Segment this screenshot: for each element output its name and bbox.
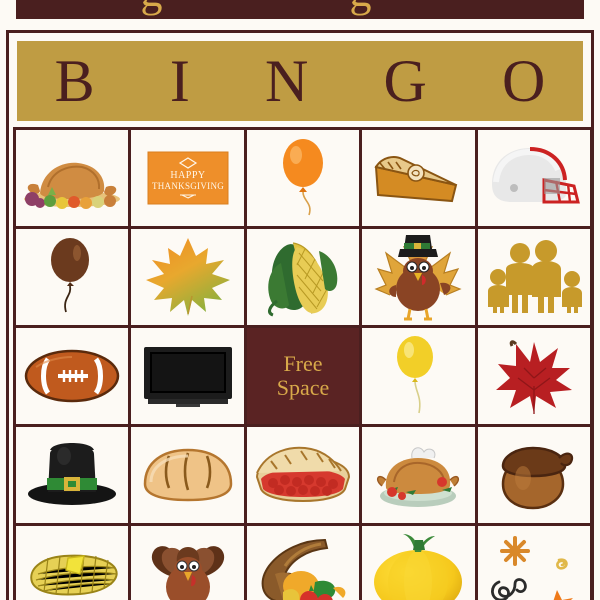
bingo-cell[interactable] — [16, 328, 129, 424]
orange-maple-leaf-icon — [142, 234, 234, 320]
turkey-icon — [138, 531, 238, 600]
pumpkin-icon — [369, 532, 467, 600]
bingo-cell[interactable] — [246, 526, 360, 600]
cherry-pie-icon — [251, 439, 355, 511]
family-silhouette-icon — [484, 239, 584, 315]
banner-partial-text: g g — [16, 0, 584, 17]
bingo-cell[interactable] — [362, 427, 475, 523]
pumpkin-pie-slice-icon — [368, 145, 468, 211]
football-icon — [20, 347, 124, 405]
bingo-cell[interactable] — [362, 229, 475, 325]
svg-text:THANKSGIVING: THANKSGIVING — [152, 181, 224, 191]
bingo-cell[interactable]: HAPPY THANKSGIVING — [131, 130, 244, 226]
bingo-card-page: g g B I N G O — [0, 0, 600, 600]
bingo-cell[interactable] — [246, 130, 360, 226]
bingo-cell[interactable] — [477, 328, 590, 424]
bingo-cell[interactable] — [131, 229, 244, 325]
bingo-letter-i: I — [169, 48, 190, 114]
bingo-cell[interactable] — [16, 526, 129, 600]
yellow-balloon-icon — [388, 333, 448, 419]
confetti-icon — [485, 532, 583, 600]
bingo-header: B I N G O — [17, 41, 583, 121]
red-maple-leaf-icon — [490, 334, 578, 418]
bingo-cell[interactable] — [477, 130, 590, 226]
roast-turkey-icon — [372, 438, 464, 512]
bingo-cell[interactable] — [16, 427, 129, 523]
bingo-cell[interactable] — [477, 229, 590, 325]
bingo-cell[interactable] — [246, 229, 360, 325]
bingo-cell[interactable] — [131, 328, 244, 424]
svg-text:HAPPY: HAPPY — [170, 170, 205, 181]
bingo-cell[interactable] — [16, 229, 129, 325]
brown-balloon-icon — [42, 236, 102, 318]
bingo-card: B I N G O HAPPY THANKSGIVING Free Space — [6, 30, 594, 600]
bingo-cell[interactable] — [362, 526, 475, 600]
bingo-letter-g: G — [383, 48, 427, 114]
bingo-cell[interactable] — [477, 427, 590, 523]
corn-cobs-icon — [253, 235, 353, 319]
cornucopia-icon — [251, 534, 355, 600]
bingo-cell[interactable] — [362, 130, 475, 226]
happy-thanksgiving-sign-icon: HAPPY THANKSGIVING — [146, 148, 230, 208]
bingo-cell[interactable] — [362, 328, 475, 424]
free-space-line-1: Free — [283, 351, 323, 377]
bingo-cell[interactable] — [131, 427, 244, 523]
bingo-cell[interactable] — [477, 526, 590, 600]
free-space-line-2: Space — [276, 375, 330, 400]
bingo-cell-free-space[interactable]: Free Space — [246, 328, 360, 424]
bread-loaf-icon — [137, 444, 239, 506]
bingo-cell[interactable] — [131, 526, 244, 600]
orange-balloon-icon — [273, 137, 333, 219]
bingo-letter-o: O — [502, 48, 546, 114]
bingo-cell[interactable] — [246, 427, 360, 523]
turkey-platter-with-fruit-icon — [18, 141, 126, 215]
television-icon — [138, 343, 238, 409]
bingo-cell[interactable] — [16, 130, 129, 226]
acorn-icon — [489, 436, 579, 514]
top-banner: g g — [16, 0, 584, 19]
bingo-letter-n: N — [264, 48, 309, 114]
corn-on-the-cob-icon — [18, 544, 126, 600]
bingo-letter-b: B — [54, 48, 95, 114]
pilgrim-turkey-icon — [370, 233, 466, 321]
bingo-grid: HAPPY THANKSGIVING Free Space — [13, 127, 593, 600]
football-helmet-icon — [482, 140, 586, 216]
pilgrim-hat-icon — [22, 440, 122, 510]
